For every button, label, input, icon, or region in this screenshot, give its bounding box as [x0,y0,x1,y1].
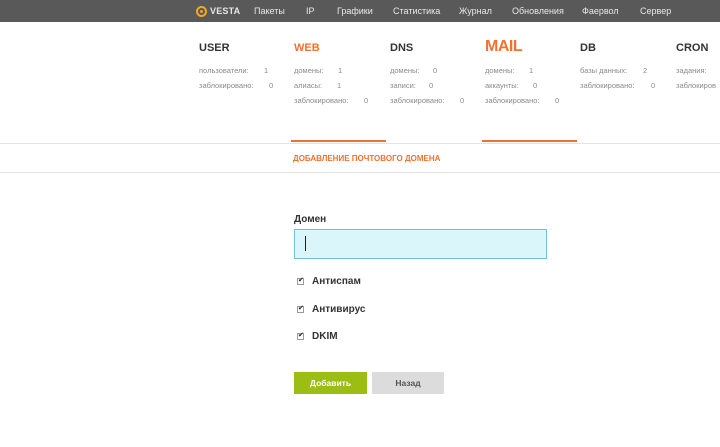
stat-label: алиасы: [294,81,323,90]
stat-label: пользователи: [199,66,249,75]
nav-server[interactable]: Сервер [640,6,671,16]
stat-label: домены: [390,66,420,75]
stat-value: 1 [264,66,269,75]
text-cursor [305,236,306,251]
stat-value: 0 [269,81,274,90]
vesta-logo[interactable]: VESTA [196,5,240,17]
dkim-label: DKIM [312,330,338,342]
nav-graphs[interactable]: Графики [337,6,373,16]
back-button[interactable]: Назад [372,372,444,394]
stat-label: заблокировано: [199,81,254,90]
stat-value: 1 [338,66,343,75]
tab-title: DNS [390,42,414,54]
nav-packages[interactable]: Пакеты [254,6,285,16]
stat-value: 0 [429,81,434,90]
nav-statistics[interactable]: Статистика [393,6,440,16]
stat-value: 2 [643,66,648,75]
antispam-option[interactable]: ✔ Антиспам [297,274,361,288]
dkim-option[interactable]: ✔ DKIM [297,329,338,343]
stat-label: заблокиров [676,81,716,90]
stat-label: базы данных: [580,66,628,75]
stat-value: 1 [337,81,342,90]
tab-mail-underline [482,140,577,142]
tab-title: DB [580,42,596,54]
stat-value: 0 [364,96,369,105]
nav-firewall[interactable]: Фаервол [582,6,619,16]
antispam-label: Антиспам [312,275,361,287]
nav-updates[interactable]: Обновления [512,6,564,16]
stat-label: заблокировано: [580,81,635,90]
stat-value: 0 [433,66,438,75]
tab-title: MAIL [485,38,523,55]
stat-label: записи: [390,81,416,90]
antispam-checkbox[interactable]: ✔ [297,276,304,285]
stat-label: заблокировано: [294,96,349,105]
check-icon: ✔ [298,276,304,284]
tab-dns[interactable]: DNS домены: 0 записи: 0 заблокировано: 0 [390,40,485,143]
stat-label: домены: [485,66,515,75]
tab-db[interactable]: DB базы данных: 2 заблокировано: 0 [580,40,675,143]
vesta-logo-icon [196,5,207,17]
tab-user[interactable]: USER пользователи: 1 заблокировано: 0 [199,40,294,143]
antivirus-label: Антивирус [312,303,366,315]
stat-value: 0 [555,96,560,105]
check-icon: ✔ [298,304,304,312]
section-title: ДОБАВЛЕНИЕ ПОЧТОВОГО ДОМЕНА [293,154,441,163]
stat-value: 0 [651,81,656,90]
section-divider [0,172,720,173]
tab-web[interactable]: WEB домены: 1 алиасы: 1 заблокировано: 0 [294,40,389,143]
top-nav-bar: VESTA Пакеты IP Графики Статистика Журна… [0,0,720,22]
check-icon: ✔ [298,331,304,339]
stat-value: 1 [529,66,534,75]
nav-ip[interactable]: IP [306,6,315,16]
stat-label: заблокировано: [485,96,540,105]
dkim-checkbox[interactable]: ✔ [297,331,304,340]
stat-label: заблокировано: [390,96,445,105]
domain-label: Домен [294,214,327,225]
tabs-divider [0,143,720,144]
logo-text: VESTA [210,6,241,16]
tab-title: WEB [294,42,320,54]
tab-title: USER [199,42,230,54]
nav-log[interactable]: Журнал [459,6,492,16]
antivirus-checkbox[interactable]: ✔ [297,304,304,313]
stat-label: домены: [294,66,324,75]
tab-web-underline [291,140,386,142]
tab-title: CRON [676,42,709,54]
stat-value: 0 [533,81,538,90]
add-button[interactable]: Добавить [294,372,367,394]
domain-input[interactable] [294,229,547,259]
antivirus-option[interactable]: ✔ Антивирус [297,302,365,316]
tab-cron[interactable]: CRON задания: заблокиров [676,40,720,143]
stat-value: 0 [460,96,465,105]
stat-label: аккаунты: [485,81,519,90]
tab-mail[interactable]: MAIL домены: 1 аккаунты: 0 заблокировано… [485,38,580,143]
stat-label: задания: [676,66,707,75]
